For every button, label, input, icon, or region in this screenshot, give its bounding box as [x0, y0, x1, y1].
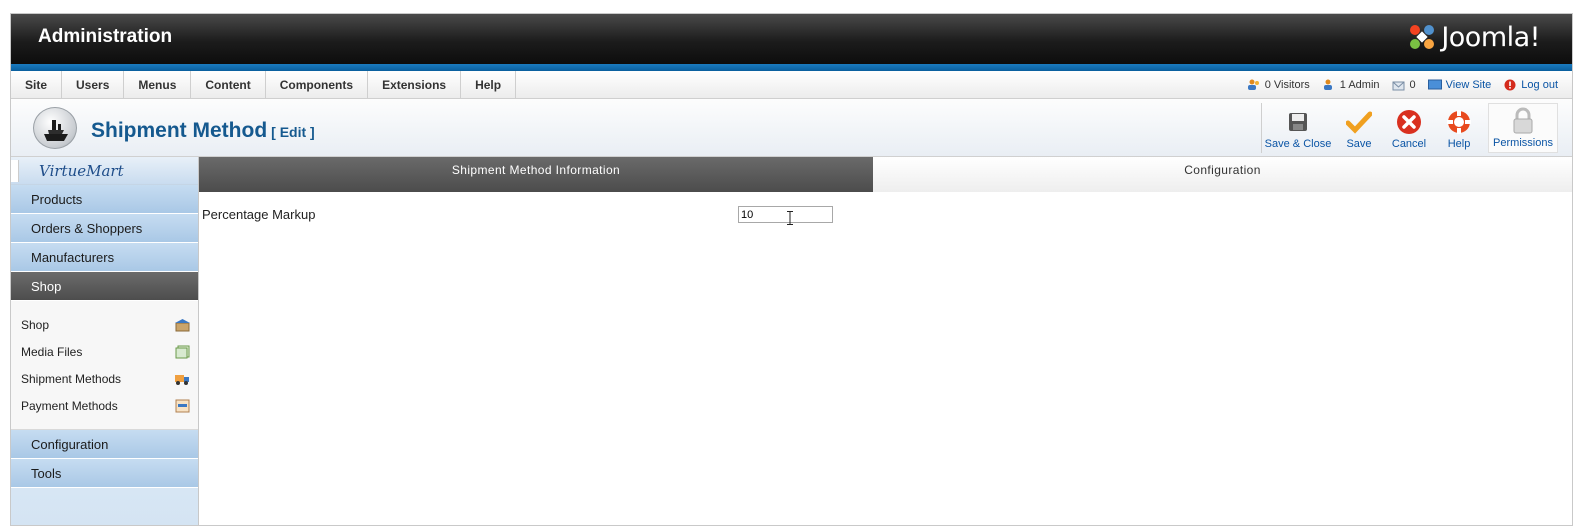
- admins-status: 1 Admin: [1322, 79, 1380, 91]
- visitors-status: 0 Visitors: [1247, 79, 1310, 91]
- joomla-logo: Joomla!: [1407, 21, 1540, 53]
- help-label: Help: [1447, 138, 1471, 150]
- tab-configuration[interactable]: Configuration: [873, 157, 1572, 192]
- media-files-icon: [175, 345, 190, 358]
- payment-card-icon: [175, 399, 190, 412]
- percentage-markup-label: Percentage Markup: [202, 207, 316, 222]
- sidebar-cat-manufacturers[interactable]: Manufacturers: [11, 243, 198, 272]
- save-label: Save: [1346, 138, 1372, 150]
- joomla-logo-text: Joomla!: [1441, 21, 1540, 53]
- sidebar-item-shipment-methods[interactable]: Shipment Methods: [11, 365, 198, 392]
- permissions-label: Permissions: [1493, 137, 1553, 149]
- sidebar-item-label: Payment Methods: [21, 398, 118, 413]
- menu-site[interactable]: Site: [11, 71, 63, 99]
- sidebar-item-label: Media Files: [21, 344, 83, 359]
- virtuemart-logo: VirtueMart: [11, 157, 198, 185]
- sidebar-cat-products[interactable]: Products: [11, 185, 198, 214]
- toolbar-buttons: Save & Close Save Cancel Help Permission…: [1261, 103, 1558, 153]
- save-close-button[interactable]: Save & Close: [1262, 103, 1334, 153]
- messages-count: 0: [1409, 79, 1416, 91]
- text-cursor-icon: [787, 211, 793, 225]
- admins-count: 1 Admin: [1339, 79, 1380, 91]
- floppy-disk-icon: [1285, 109, 1311, 135]
- sidebar-item-shop[interactable]: Shop: [11, 311, 198, 338]
- page-title: Shipment Method[ Edit ]: [91, 119, 315, 143]
- cancel-button[interactable]: Cancel: [1384, 103, 1434, 153]
- menu-help[interactable]: Help: [461, 71, 517, 99]
- menu-menus[interactable]: Menus: [124, 71, 192, 99]
- shop-submenu: Shop Media Files Shipment Methods Paymen…: [11, 301, 198, 430]
- help-button[interactable]: Help: [1434, 103, 1484, 153]
- virtuemart-logo-text: VirtueMart: [39, 161, 124, 180]
- tab-shipment-method-information[interactable]: Shipment Method Information: [199, 157, 873, 192]
- admin-user-icon: [1323, 79, 1332, 90]
- tab-bar: Shipment Method Information Configuratio…: [199, 157, 1572, 192]
- messages-status[interactable]: 0: [1392, 79, 1416, 91]
- logout-label: Log out: [1521, 79, 1558, 91]
- sidebar: VirtueMart Products Orders & Shoppers Ma…: [11, 157, 199, 525]
- sidebar-cat-configuration[interactable]: Configuration: [11, 430, 198, 459]
- browser-frame: Administration Joomla! Site Users Menus …: [10, 13, 1573, 526]
- ship-icon: [33, 107, 77, 149]
- sidebar-cat-orders-shoppers[interactable]: Orders & Shoppers: [11, 214, 198, 243]
- ship-icon-graphic: [44, 120, 68, 141]
- permissions-button[interactable]: Permissions: [1488, 103, 1558, 153]
- view-site-link[interactable]: View Site: [1427, 79, 1492, 91]
- header-accent-bar: [11, 64, 1572, 71]
- menu-components[interactable]: Components: [266, 71, 369, 99]
- sidebar-item-payment-methods[interactable]: Payment Methods: [11, 392, 198, 419]
- sidebar-item-label: Shop: [21, 317, 50, 332]
- main-content: Shipment Method Information Configuratio…: [199, 157, 1572, 525]
- admin-header: Administration Joomla!: [11, 14, 1572, 64]
- toolbar-actions: Save & Close Save Cancel Help: [1261, 103, 1484, 153]
- joomla-logo-icon: [1410, 25, 1435, 49]
- checkmark-icon: [1346, 109, 1372, 135]
- menu-content[interactable]: Content: [191, 71, 266, 99]
- shop-store-icon: [175, 318, 190, 331]
- lifebuoy-icon: [1446, 109, 1472, 135]
- monitor-icon: [1427, 79, 1442, 90]
- logout-icon: [1504, 79, 1516, 91]
- save-button[interactable]: Save: [1334, 103, 1384, 153]
- logout-link[interactable]: Log out: [1503, 79, 1558, 91]
- cancel-label: Cancel: [1391, 138, 1427, 150]
- sidebar-cat-tools[interactable]: Tools: [11, 459, 198, 488]
- page-subtitle: [ Edit ]: [271, 124, 315, 140]
- visitors-count: 0 Visitors: [1264, 79, 1310, 91]
- cancel-x-icon: [1396, 109, 1422, 135]
- sidebar-cat-shop[interactable]: Shop: [11, 272, 198, 301]
- sidebar-item-label: Shipment Methods: [21, 371, 122, 386]
- page-title-text: Shipment Method: [91, 119, 268, 142]
- users-icon: [1247, 79, 1259, 90]
- toolbar: Shipment Method[ Edit ] Save & Close Sav…: [11, 99, 1572, 157]
- status-bar: 0 Visitors 1 Admin 0 View Site Log out: [1247, 71, 1558, 99]
- menu-extensions[interactable]: Extensions: [368, 71, 462, 99]
- menubar: Site Users Menus Content Components Exte…: [11, 71, 1572, 99]
- sidebar-collapse-handle[interactable]: [11, 160, 19, 182]
- save-close-label: Save & Close: [1264, 138, 1332, 150]
- truck-icon: [175, 374, 189, 385]
- padlock-icon: [1510, 107, 1536, 134]
- view-site-label: View Site: [1445, 79, 1492, 91]
- menu-users[interactable]: Users: [62, 71, 125, 99]
- header-title: Administration: [38, 26, 173, 47]
- main-menu: Site Users Menus Content Components Exte…: [11, 71, 517, 99]
- mail-icon: [1392, 81, 1405, 91]
- sidebar-item-media-files[interactable]: Media Files: [11, 338, 198, 365]
